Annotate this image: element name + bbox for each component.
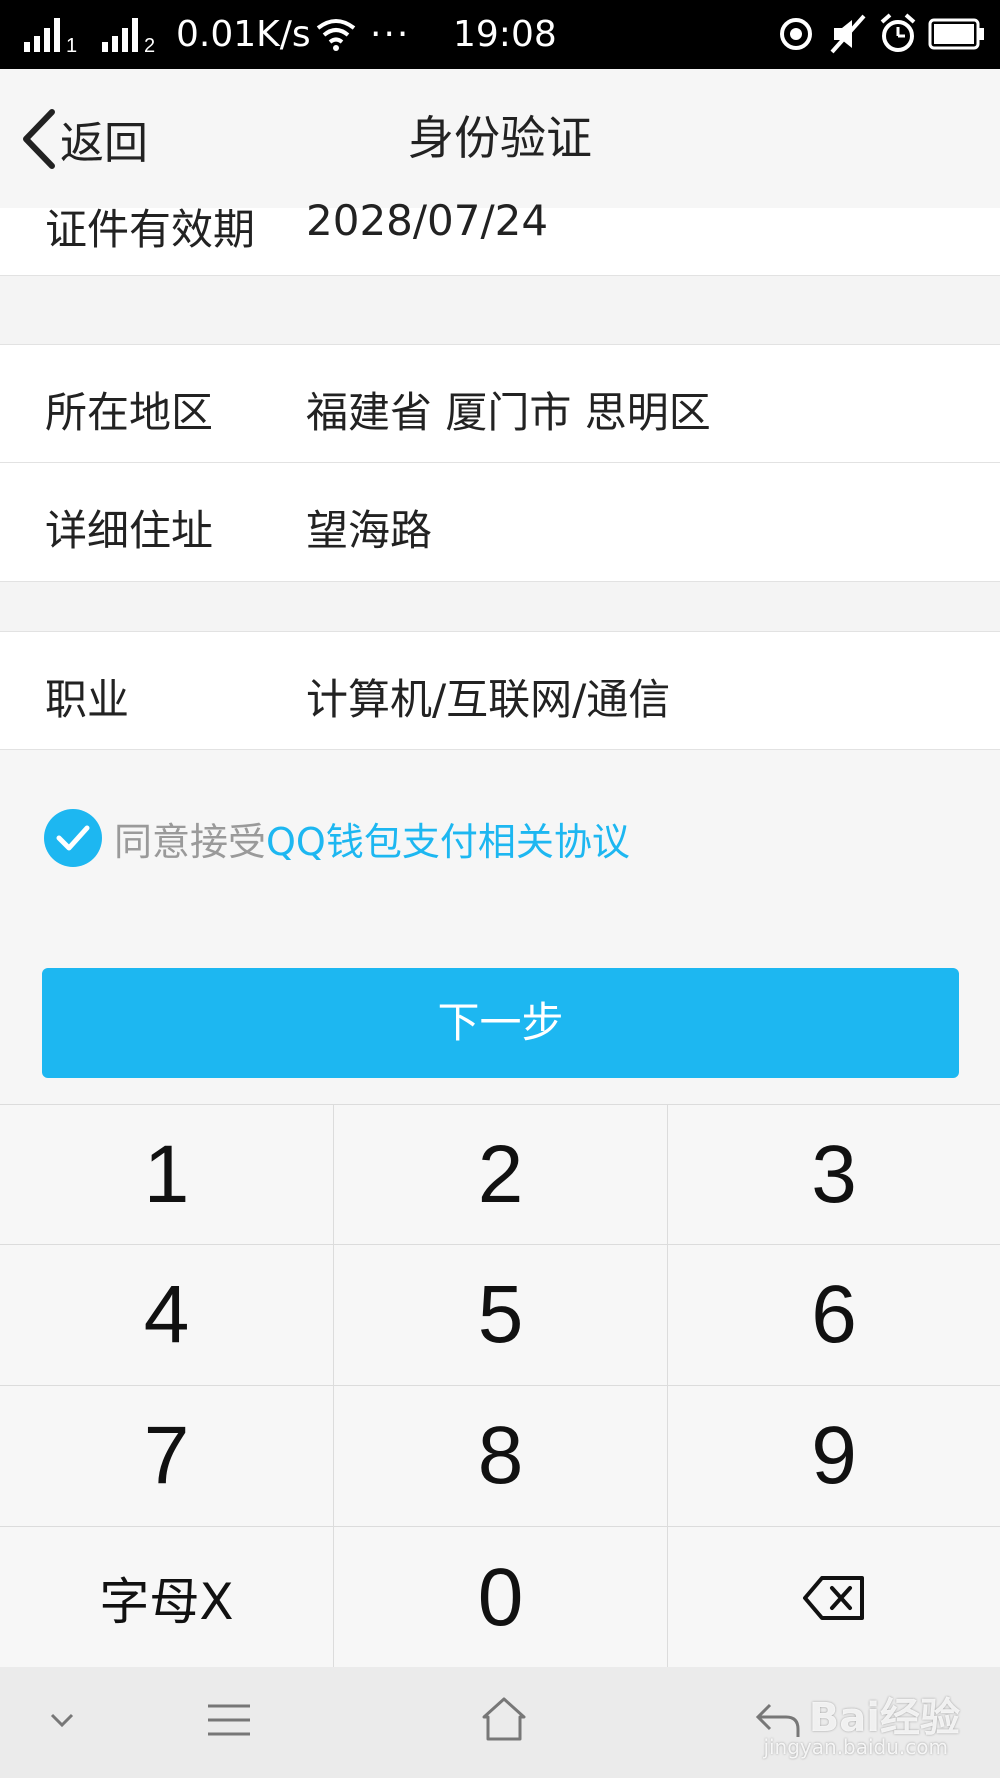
page-title: 身份验证 bbox=[408, 111, 592, 165]
key-3[interactable]: 3 bbox=[668, 1105, 1000, 1245]
chevron-left-icon bbox=[23, 109, 55, 169]
address-row[interactable]: 详细住址 望海路 bbox=[0, 463, 1000, 582]
address-value: 望海路 bbox=[306, 506, 433, 555]
key-5[interactable]: 5 bbox=[334, 1245, 668, 1386]
expiry-row[interactable]: 证件有效期 2028/07/24 bbox=[0, 196, 1000, 276]
backspace-icon bbox=[803, 1575, 864, 1620]
watermark-url: jingyan.baidu.com bbox=[763, 1735, 948, 1759]
address-label: 详细住址 bbox=[45, 506, 214, 555]
key-0[interactable]: 0 bbox=[334, 1527, 668, 1668]
next-step-button[interactable]: 下一步 bbox=[42, 968, 959, 1078]
occupation-row[interactable]: 职业 计算机/互联网/通信 bbox=[0, 631, 1000, 750]
signal-1-icon: 1 bbox=[24, 18, 77, 54]
status-bar: 1 2 0.01K/s ··· 19:08 bbox=[0, 0, 1000, 69]
back-label: 返回 bbox=[60, 118, 148, 169]
system-nav-bar: Bai经验 jingyan.baidu.com bbox=[0, 1667, 1000, 1778]
mute-icon bbox=[830, 14, 866, 54]
checkmark-icon bbox=[56, 825, 90, 851]
agreement-row: 同意接受 QQ钱包支付相关协议 bbox=[44, 808, 630, 868]
agreement-link[interactable]: QQ钱包支付相关协议 bbox=[266, 811, 630, 866]
key-6[interactable]: 6 bbox=[668, 1245, 1000, 1386]
more-dots: ··· bbox=[370, 14, 411, 55]
key-9[interactable]: 9 bbox=[668, 1386, 1000, 1527]
back-button[interactable]: 返回 bbox=[20, 109, 148, 169]
region-value: 福建省 厦门市 思明区 bbox=[306, 388, 711, 437]
backspace-key[interactable] bbox=[668, 1527, 1000, 1668]
network-speed: 0.01K/s bbox=[176, 14, 311, 55]
key-letter-x[interactable]: 字母X bbox=[0, 1527, 334, 1668]
key-8[interactable]: 8 bbox=[334, 1386, 668, 1527]
sim-2-label: 2 bbox=[144, 35, 155, 54]
home-icon[interactable] bbox=[480, 1695, 528, 1743]
key-7[interactable]: 7 bbox=[0, 1386, 334, 1527]
numeric-keypad: 1 2 3 4 5 6 7 8 9 字母X 0 bbox=[0, 1104, 1000, 1668]
key-2[interactable]: 2 bbox=[334, 1105, 668, 1245]
key-1[interactable]: 1 bbox=[0, 1105, 334, 1245]
occupation-label: 职业 bbox=[45, 675, 130, 724]
occupation-value: 计算机/互联网/通信 bbox=[306, 675, 671, 724]
expiry-label: 证件有效期 bbox=[45, 205, 256, 254]
battery-icon bbox=[928, 18, 984, 50]
expiry-value: 2028/07/24 bbox=[306, 196, 549, 245]
agree-checkbox[interactable] bbox=[44, 809, 102, 867]
sim-1-label: 1 bbox=[66, 35, 77, 54]
section-gap bbox=[0, 582, 1000, 631]
region-label: 所在地区 bbox=[45, 388, 214, 437]
key-4[interactable]: 4 bbox=[0, 1245, 334, 1386]
wifi-icon bbox=[316, 19, 356, 51]
chevron-down-icon[interactable] bbox=[50, 1711, 74, 1731]
section-gap bbox=[0, 276, 1000, 344]
nav-header: 身份验证 返回 bbox=[0, 69, 1000, 208]
clock-time: 19:08 bbox=[453, 14, 557, 55]
signal-2-icon: 2 bbox=[102, 18, 155, 54]
region-row[interactable]: 所在地区 福建省 厦门市 思明区 bbox=[0, 344, 1000, 463]
location-icon bbox=[780, 18, 812, 50]
agreement-prefix: 同意接受 bbox=[114, 819, 267, 864]
menu-icon[interactable] bbox=[206, 1703, 252, 1737]
alarm-icon bbox=[880, 13, 916, 52]
